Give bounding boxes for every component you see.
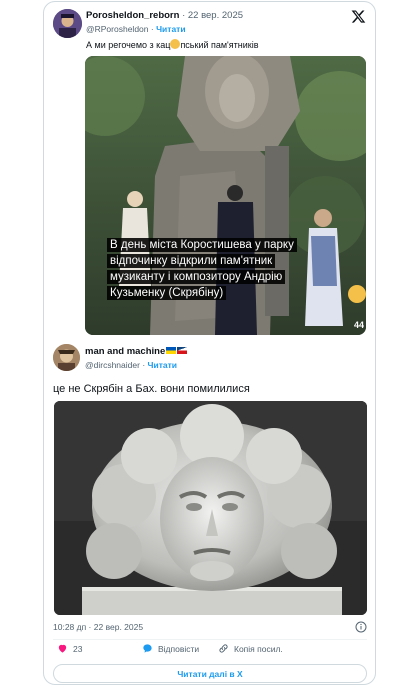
copy-link-label: Копія посил.	[234, 643, 283, 654]
read-more-button[interactable]: Читати далі в X	[53, 664, 367, 683]
ukraine-flag-icon	[166, 347, 177, 354]
video-caption-text: В день міста Коростишева у парку відпочи…	[107, 238, 297, 300]
tweet-timestamp[interactable]: 10:28 дп · 22 вер. 2025	[53, 622, 143, 632]
author-handle[interactable]: @RPorosheldon	[86, 24, 149, 34]
video-caption: В день міста Коростишева у парку відпочи…	[107, 237, 307, 301]
quote-author-handle-row: @dircshnaider · Читати	[85, 360, 177, 370]
czech-flag-icon	[177, 347, 188, 354]
video-thumbnail[interactable]: В день міста Коростишева у парку відпочи…	[85, 56, 366, 335]
author-avatar[interactable]	[53, 9, 82, 38]
reply-label: Відповісти	[158, 643, 200, 654]
x-logo-icon[interactable]	[351, 9, 366, 24]
quote-text: це не Скрябін а Бах. вони помилилися	[53, 383, 250, 395]
follow-button[interactable]: Читати	[156, 24, 185, 34]
reaction-count: 44	[353, 320, 364, 330]
reply-button[interactable]: Відповісти	[142, 643, 199, 654]
quote-author-handle[interactable]: @dircshnaider	[85, 360, 140, 370]
tweet-embed-card[interactable]: Porosheldon_reborn · 22 вер. 2025 @RPoro…	[43, 1, 376, 685]
link-icon	[219, 644, 228, 653]
quote-author-name-row: man and machine	[85, 346, 188, 357]
like-button[interactable]: 23	[57, 643, 82, 654]
copy-link-button[interactable]: Копія посил.	[218, 643, 283, 654]
marble-bust-scene	[54, 401, 367, 615]
author-name-row: Porosheldon_reborn · 22 вер. 2025	[86, 10, 243, 21]
info-icon[interactable]	[355, 621, 367, 633]
author-handle-row: @RPorosheldon · Читати	[86, 24, 186, 34]
laughing-emoji-icon	[170, 39, 181, 49]
tweet-text: А ми регочемо з кац пський пам'ятників	[86, 39, 259, 50]
quote-author-display-name[interactable]: man and machine	[85, 346, 165, 357]
tweet-text-part-2: пський пам'ятників	[180, 40, 259, 50]
tweet-date[interactable]: · 22 вер. 2025	[182, 10, 243, 21]
like-count: 23	[73, 643, 83, 654]
reply-bubble-icon	[143, 644, 152, 653]
footer-divider	[53, 639, 367, 640]
quote-follow-button[interactable]: Читати	[148, 360, 177, 370]
bust-photo[interactable]	[54, 401, 367, 615]
author-display-name[interactable]: Porosheldon_reborn	[86, 10, 179, 21]
heart-icon	[58, 644, 67, 653]
quote-author-avatar[interactable]	[53, 344, 80, 371]
tweet-text-part-1: А ми регочемо з кац	[86, 40, 171, 50]
